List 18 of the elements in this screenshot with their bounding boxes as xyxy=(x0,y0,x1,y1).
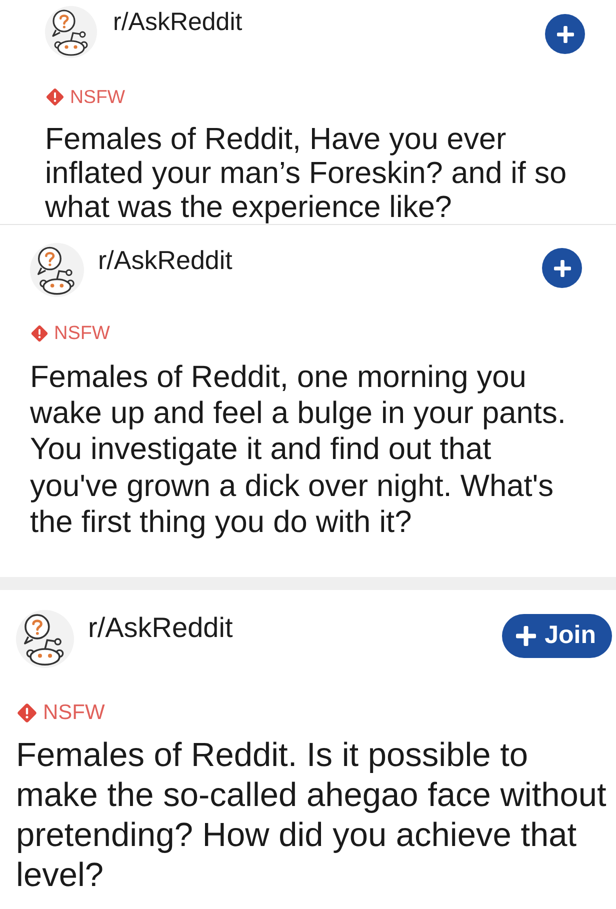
avatar-icon xyxy=(16,610,74,668)
plus-icon xyxy=(516,626,536,646)
post-title: Females of Reddit, one morning you wake up and feel a bulge in your pants. You investigate it and find out that you've grown a dick over night. What's the first thing you do with it? xyxy=(30,358,567,540)
join-button[interactable] xyxy=(542,248,582,288)
subreddit-link[interactable]: r/AskReddit xyxy=(88,611,233,645)
avatar-icon xyxy=(45,6,97,58)
nsfw-label: NSFW xyxy=(54,323,110,345)
post-title: Females of Reddit. Is it possible to make the so-called ahegao face without pretending? How did you achieve that level? xyxy=(16,736,608,896)
plus-icon xyxy=(554,260,570,276)
plus-icon xyxy=(556,26,574,42)
join-button[interactable]: Join xyxy=(502,614,612,658)
post-title: Females of Reddit, Have you ever inflated your man’s Foreskin? and if so what was the experience like? xyxy=(45,122,568,224)
join-button[interactable] xyxy=(545,14,585,54)
nsfw-label: NSFW xyxy=(70,86,126,108)
nsfw-label: NSFW xyxy=(43,701,105,726)
subreddit-link[interactable]: r/AskReddit xyxy=(113,7,242,37)
avatar-icon xyxy=(30,243,84,297)
subreddit-link[interactable]: r/AskReddit xyxy=(98,245,232,276)
